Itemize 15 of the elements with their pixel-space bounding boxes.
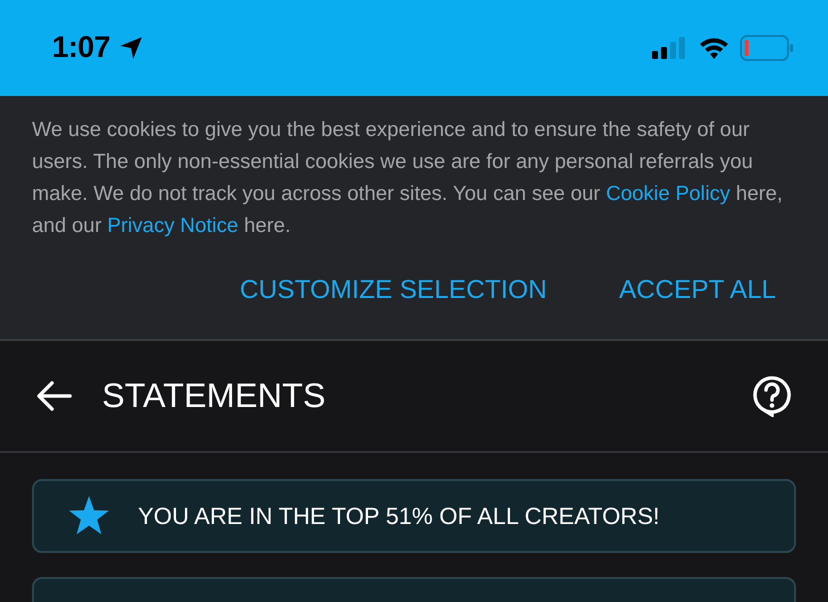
policy-link[interactable]: Cookie Policy [606, 182, 730, 205]
star-icon [68, 496, 110, 536]
location-arrow-icon [118, 35, 144, 61]
cookie-button[interactable]: ACCEPT ALL [618, 270, 776, 309]
status-time: 1:07 [52, 31, 110, 65]
cookie-notice: We use cookies to give you the best experience and to ensure the safety of our users. The only non-essential cookies we use are for any personal referrals you make. We do not track you across other sites. You can see our Cookie Policy here, and our Privacy Notice here. [32, 117, 784, 239]
battery-icon [740, 35, 794, 61]
policy-link[interactable]: Privacy Notice [107, 214, 238, 237]
back-arrow-icon[interactable] [36, 380, 72, 412]
signal-icon [652, 37, 688, 59]
rank-text: YOU ARE IN THE TOP 51% OF ALL CREATORS! [138, 502, 660, 530]
page-title: STATEMENTS [102, 376, 327, 416]
wifi-icon [698, 36, 730, 60]
cookie-button[interactable]: CUSTOMIZE SELECTION [240, 270, 547, 309]
help-icon[interactable] [752, 375, 792, 417]
